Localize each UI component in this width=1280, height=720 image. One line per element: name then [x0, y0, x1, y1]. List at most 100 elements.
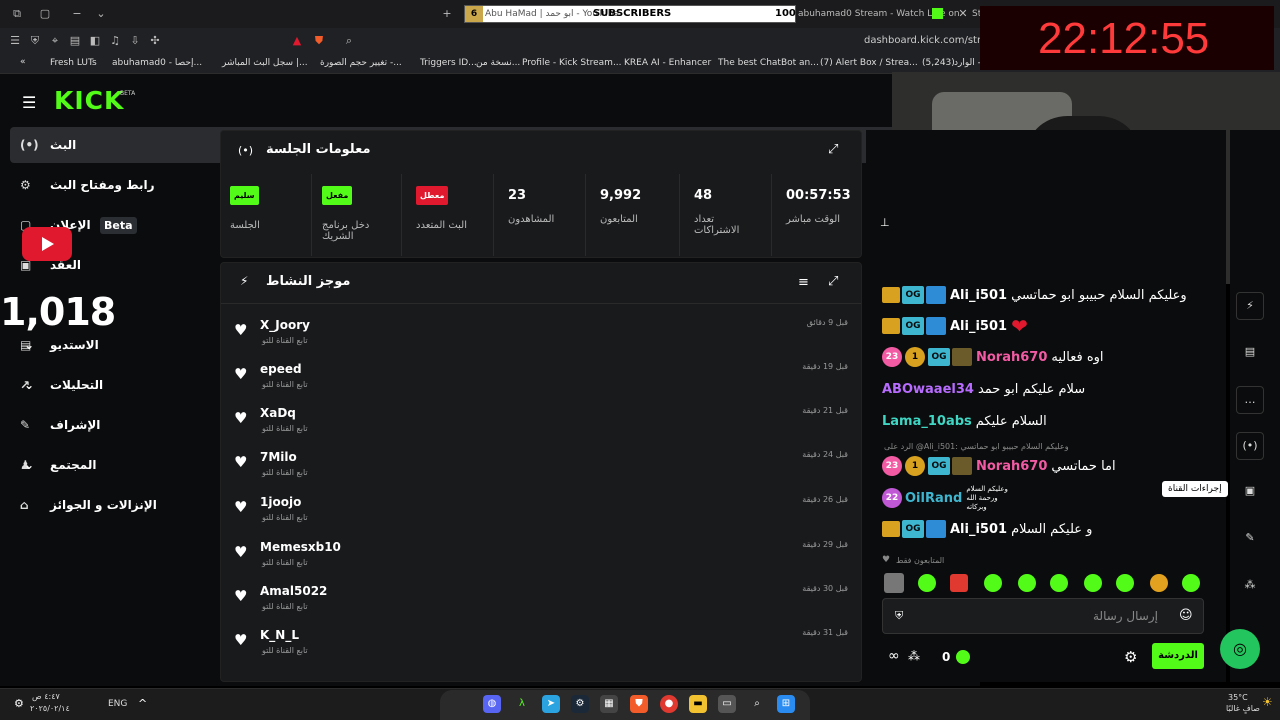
sword-badge-icon — [926, 317, 946, 335]
telegram-icon[interactable]: ➤ — [542, 695, 560, 713]
notes-icon[interactable]: ▤ — [1236, 339, 1264, 367]
youtube-tab[interactable]: 6 Abu HaMad | ابو حمد - YouTube SUBSCRIB… — [464, 5, 796, 23]
window-icon[interactable]: ⧉ — [10, 7, 24, 21]
chat-username[interactable]: Lama_10abs — [882, 414, 972, 429]
tab-grid-icon[interactable]: ▢ — [38, 7, 52, 21]
minimize-icon[interactable]: − — [70, 7, 84, 21]
expand-icon[interactable]: ⤢ — [828, 142, 838, 157]
broadcast-icon[interactable]: (•) — [1236, 432, 1264, 460]
channel-actions-icon[interactable]: ▣ — [1236, 478, 1264, 506]
chevron-down-icon[interactable]: ⌄ — [24, 338, 34, 352]
follower-name[interactable]: Amal5022 — [260, 584, 327, 598]
chat-username[interactable]: Norah670 — [976, 350, 1047, 365]
chat-username[interactable]: ABOwaael34 — [882, 382, 974, 397]
expand-icon[interactable]: ⤢ — [828, 274, 838, 289]
warning-icon[interactable]: ▲ — [290, 34, 304, 48]
bookmark-item[interactable]: (5,243) — [922, 58, 955, 68]
follower-name[interactable]: 7Milo — [260, 450, 297, 464]
windows-start-icon[interactable]: ⊞ — [777, 695, 795, 713]
language-indicator[interactable]: ENG — [108, 699, 127, 709]
follower-name[interactable]: 1joojo — [260, 495, 301, 509]
extensions-icon[interactable]: ✣ — [148, 34, 162, 48]
shield-icon[interactable]: ⛨ — [28, 34, 42, 48]
chat-username[interactable]: Ali_i501 — [950, 319, 1007, 334]
chat-username[interactable]: Norah670 — [976, 459, 1047, 474]
chat-send-button[interactable]: الدردشة — [1152, 643, 1204, 669]
emote-orange[interactable] — [1150, 574, 1168, 592]
network-icon[interactable]: ⚙ — [14, 697, 24, 710]
follower-name[interactable]: epeed — [260, 362, 302, 376]
app-icon[interactable]: λ — [513, 695, 531, 713]
sword-badge-icon — [926, 286, 946, 304]
app-window-icon[interactable]: ▭ — [718, 695, 736, 713]
chat-input[interactable]: ⛨ إرسال رسالة ☺ — [882, 598, 1204, 634]
brave-shield-icon[interactable]: ⛊ — [312, 34, 326, 48]
filter-icon[interactable]: ≡ — [798, 275, 809, 290]
bookmark-item[interactable]: KREA AI - Enhancer — [624, 58, 711, 68]
bookmark-item[interactable]: نسخة من... — [476, 58, 520, 68]
pin-icon[interactable]: ⌖ — [48, 34, 62, 48]
pin-icon[interactable]: ⊥ — [880, 216, 890, 229]
bookmark-item[interactable]: abuhamad0 - إحصا... — [112, 58, 202, 68]
music-icon[interactable]: ♫ — [108, 34, 122, 48]
shield-icon[interactable]: ⛨ — [895, 609, 903, 623]
follower-name[interactable]: XaDq — [260, 406, 296, 420]
community-dots-icon[interactable]: ⁂ — [1236, 572, 1264, 600]
steam-icon[interactable]: ⚙ — [571, 695, 589, 713]
emote-green[interactable] — [1116, 574, 1134, 592]
chat-bubble-icon[interactable]: … — [1236, 386, 1264, 414]
chevron-down-icon[interactable]: ⌄ — [24, 458, 34, 472]
activity-item: ♥ X_Joory تابع القناة للتو قبل 9 دقائق — [222, 312, 862, 356]
bookmark-item[interactable]: Triggers ID... — [420, 58, 477, 68]
kick-points-icon[interactable] — [956, 650, 970, 664]
follower-name[interactable]: Memesxb10 — [260, 540, 341, 554]
hamburger-icon[interactable]: ☰ — [22, 93, 36, 112]
lightning-icon[interactable]: ⚡ — [1236, 292, 1264, 320]
emote-green[interactable] — [1018, 574, 1036, 592]
search-icon[interactable]: ⌕ — [748, 695, 766, 713]
emote-red[interactable] — [950, 574, 968, 592]
settings-gear-icon[interactable]: ⚙ — [1124, 648, 1137, 666]
bookmark-item[interactable]: Fresh LUTs — [50, 58, 97, 68]
bookmark-item[interactable]: Profile - Kick Stream... — [522, 58, 622, 68]
emoji-icon[interactable]: ☺ — [1179, 608, 1193, 623]
weather-temp: 35°C — [1228, 693, 1248, 702]
bookmark-item[interactable]: سجل البث المباشر |... — [222, 58, 308, 68]
sidebar-item-label: العقد — [50, 258, 81, 272]
bookmark-item[interactable]: (7) Alert Box / Strea... — [820, 58, 918, 68]
search-icon[interactable]: ⌕ — [342, 34, 356, 48]
support-headset-icon[interactable]: ◎ — [1220, 629, 1260, 669]
emote-green[interactable] — [984, 574, 1002, 592]
kick-logo[interactable]: KICK — [54, 86, 124, 115]
emote-green[interactable] — [1084, 574, 1102, 592]
file-explorer-icon[interactable]: ▬ — [689, 695, 707, 713]
tabs-icon[interactable]: ▤ — [68, 34, 82, 48]
follower-name[interactable]: X_Joory — [260, 318, 310, 332]
tray-chevron-icon[interactable]: ^ — [138, 697, 147, 710]
bookmarks-chevron-icon[interactable]: « — [20, 57, 26, 67]
bookmark-item[interactable]: The best ChatBot an... — [718, 58, 819, 68]
chevron-down-icon[interactable]: ⌄ — [94, 7, 108, 21]
sidebar-icon[interactable]: ◧ — [88, 34, 102, 48]
discord-icon[interactable]: ◍ — [483, 695, 501, 713]
brave-icon[interactable]: ⛊ — [630, 695, 648, 713]
store-icon[interactable]: ▦ — [600, 695, 618, 713]
new-tab-icon[interactable]: + — [440, 7, 454, 21]
chat-username[interactable]: Ali_i501 — [950, 288, 1007, 303]
wrench-icon[interactable]: ✎ — [1236, 525, 1264, 553]
bookmark-item[interactable]: تغيير حجم الصورة -... — [320, 58, 402, 68]
chevron-down-icon[interactable]: ⌄ — [24, 378, 34, 392]
emote-green[interactable] — [1050, 574, 1068, 592]
download-icon[interactable]: ⇩ — [128, 34, 142, 48]
emote-avatar[interactable] — [884, 573, 904, 593]
chat-username[interactable]: OilRand — [905, 491, 962, 506]
chat-username[interactable]: Ali_i501 — [950, 522, 1007, 537]
menu-icon[interactable]: ☰ — [8, 34, 22, 48]
community-dots-icon[interactable]: ⁂ — [908, 649, 920, 663]
chrome-icon[interactable]: ● — [660, 695, 678, 713]
close-tab-icon[interactable]: ✕ — [956, 7, 970, 21]
infinity-icon[interactable]: ∞ — [888, 648, 900, 664]
emote-green[interactable] — [1182, 574, 1200, 592]
follower-name[interactable]: K_N_L — [260, 628, 299, 642]
emote-green[interactable] — [918, 574, 936, 592]
